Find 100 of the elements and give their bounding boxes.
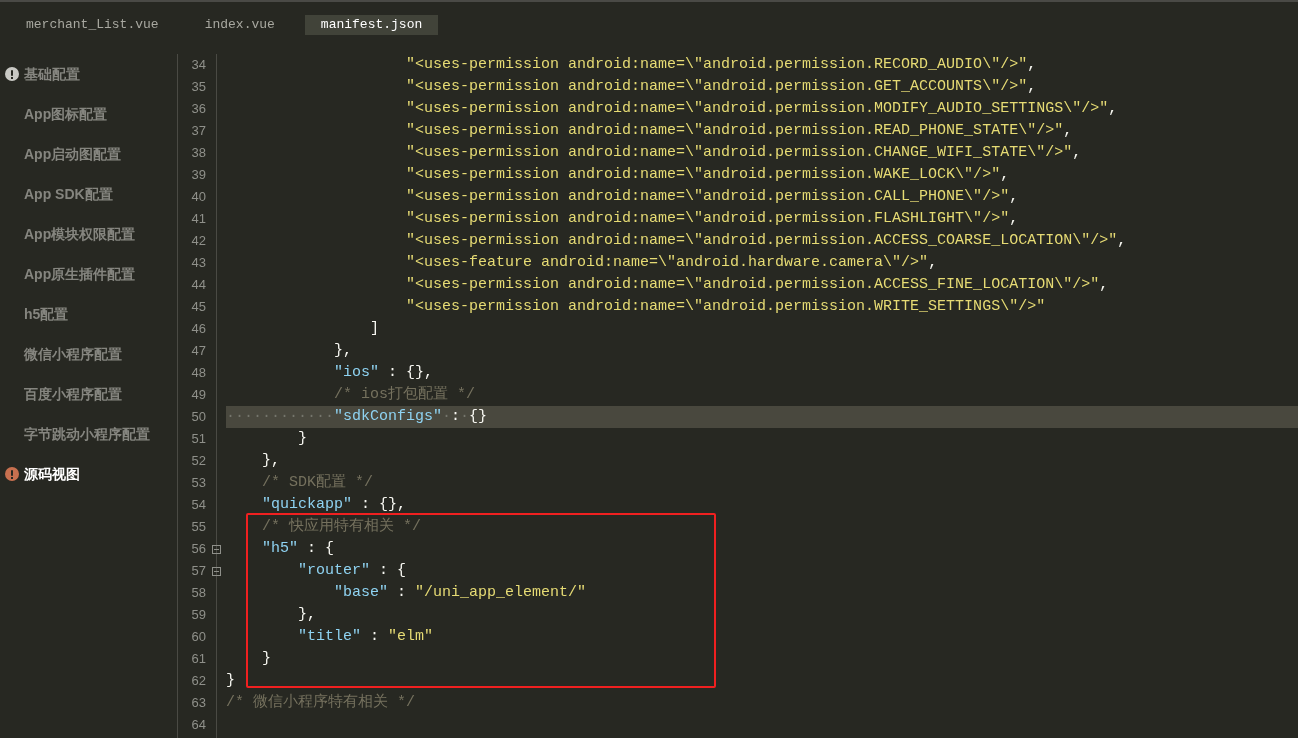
code-token: } xyxy=(262,648,272,669)
code-token: , xyxy=(928,252,938,273)
code-token: , xyxy=(1099,274,1109,295)
warning-icon xyxy=(5,467,19,481)
code-token: "<uses-permission android:name=\"android.permission.WRITE_SETTINGS\"/>" xyxy=(406,296,1046,317)
line-number: 47 xyxy=(191,343,206,359)
code-token: } xyxy=(298,428,308,449)
code-token: , xyxy=(1063,120,1073,141)
sidebar-item[interactable]: App SDK配置 xyxy=(24,183,113,205)
code-comment: /* SDK配置 */ xyxy=(262,472,374,493)
fold-toggle-icon[interactable] xyxy=(211,544,221,554)
code-token: , xyxy=(1072,142,1082,163)
line-number: 55 xyxy=(191,519,206,535)
line-number: 43 xyxy=(191,255,206,271)
line-number: 61 xyxy=(191,651,206,667)
code-token: , xyxy=(1009,208,1019,229)
code-token: , xyxy=(1117,230,1127,251)
code-token: , xyxy=(1027,54,1037,75)
code-token: "<uses-permission android:name=\"android.permission.CALL_PHONE\"/>" xyxy=(406,186,1010,207)
code-token: "<uses-permission android:name=\"android.permission.WAKE_LOCK\"/>" xyxy=(406,164,1001,185)
line-number: 46 xyxy=(191,321,206,337)
file-tab[interactable]: manifest.json xyxy=(304,15,439,35)
code-token: "<uses-permission android:name=\"android.permission.FLASHLIGHT\"/>" xyxy=(406,208,1010,229)
code-token: : xyxy=(451,406,461,427)
code-token: "<uses-permission android:name=\"android.permission.ACCESS_FINE_LOCATION\"/>" xyxy=(406,274,1100,295)
sidebar-item[interactable]: 字节跳动小程序配置 xyxy=(24,423,150,445)
line-number: 48 xyxy=(191,365,206,381)
file-tab[interactable]: index.vue xyxy=(188,15,291,35)
code-token: : xyxy=(370,626,381,647)
sidebar-item[interactable]: App原生插件配置 xyxy=(24,263,136,285)
line-number: 36 xyxy=(191,101,206,117)
line-number: 39 xyxy=(191,167,206,183)
file-tab[interactable]: merchant_List.vue xyxy=(10,15,175,35)
code-token: : {}, xyxy=(388,362,434,383)
line-number: 41 xyxy=(191,211,206,227)
code-token: "router" xyxy=(298,560,371,581)
line-number: 44 xyxy=(191,277,206,293)
code-token: "<uses-permission android:name=\"android.permission.RECORD_AUDIO\"/>" xyxy=(406,54,1028,75)
code-token: , xyxy=(1000,164,1010,185)
sidebar-item[interactable]: h5配置 xyxy=(24,303,69,325)
code-token: : { xyxy=(379,560,407,581)
code-token: "<uses-permission android:name=\"android.permission.MODIFY_AUDIO_SETTINGS\"/>" xyxy=(406,98,1109,119)
line-number: 62 xyxy=(191,673,206,689)
line-number: 42 xyxy=(191,233,206,249)
code-token: "<uses-permission android:name=\"android.permission.ACCESS_COARSE_LOCATION\"/>" xyxy=(406,230,1118,251)
line-number: 34 xyxy=(191,57,206,73)
code-token: , xyxy=(1108,98,1118,119)
sidebar-item[interactable]: App模块权限配置 xyxy=(24,223,136,245)
sidebar-item[interactable]: 源码视图 xyxy=(24,463,80,485)
sidebar-item[interactable]: App图标配置 xyxy=(24,103,108,125)
line-number: 40 xyxy=(191,189,206,205)
code-token: "ios" xyxy=(334,362,380,383)
code-token: , xyxy=(1027,76,1037,97)
line-number: 50 xyxy=(191,409,206,425)
line-number: 56 xyxy=(191,541,206,557)
line-number: 54 xyxy=(191,497,206,513)
line-number: 38 xyxy=(191,145,206,161)
code-token: }, xyxy=(262,450,281,471)
whitespace-dots: · xyxy=(460,406,470,427)
line-number: 45 xyxy=(191,299,206,315)
line-number: 59 xyxy=(191,607,206,623)
sidebar-item[interactable]: 微信小程序配置 xyxy=(24,343,122,365)
warning-icon xyxy=(5,67,19,81)
code-token: }, xyxy=(298,604,317,625)
sidebar-item[interactable]: App启动图配置 xyxy=(24,143,122,165)
line-number: 60 xyxy=(191,629,206,645)
code-token: "elm" xyxy=(388,626,434,647)
code-comment: /* 微信小程序特有相关 */ xyxy=(226,692,415,713)
code-token: , xyxy=(1009,186,1019,207)
whitespace-dots: ············ xyxy=(226,406,335,427)
line-number: 49 xyxy=(191,387,206,403)
code-token: "base" xyxy=(334,582,389,603)
code-token: "<uses-permission android:name=\"android.permission.GET_ACCOUNTS\"/>" xyxy=(406,76,1028,97)
code-token: : {}, xyxy=(361,494,407,515)
code-token: "quickapp" xyxy=(262,494,353,515)
line-number: 53 xyxy=(191,475,206,491)
code-comment: /* ios打包配置 */ xyxy=(334,384,476,405)
code-token: "sdkConfigs" xyxy=(334,406,443,427)
code-token: "<uses-permission android:name=\"android.permission.READ_PHONE_STATE\"/>" xyxy=(406,120,1064,141)
code-token: "title" xyxy=(298,626,362,647)
line-number: 35 xyxy=(191,79,206,95)
code-token: : xyxy=(397,582,408,603)
code-token: : { xyxy=(307,538,335,559)
code-token: "h5" xyxy=(262,538,299,559)
fold-toggle-icon[interactable] xyxy=(211,566,221,576)
code-token: } xyxy=(226,670,235,691)
line-number: 64 xyxy=(191,717,206,733)
code-token: "<uses-permission android:name=\"android.permission.CHANGE_WIFI_STATE\"/>" xyxy=(406,142,1073,163)
code-token: "<uses-feature android:name=\"android.hardware.camera\"/>" xyxy=(406,252,929,273)
code-token: }, xyxy=(334,340,353,361)
sidebar-item[interactable]: 基础配置 xyxy=(24,63,80,85)
sidebar-item[interactable]: 百度小程序配置 xyxy=(24,383,122,405)
line-number: 58 xyxy=(191,585,206,601)
line-number: 63 xyxy=(191,695,206,711)
code-token: {} xyxy=(469,406,488,427)
code-token: ] xyxy=(370,318,380,339)
line-number: 37 xyxy=(191,123,206,139)
code-token: "/uni_app_element/" xyxy=(415,582,587,603)
line-number: 57 xyxy=(191,563,206,579)
line-number: 51 xyxy=(191,431,206,447)
